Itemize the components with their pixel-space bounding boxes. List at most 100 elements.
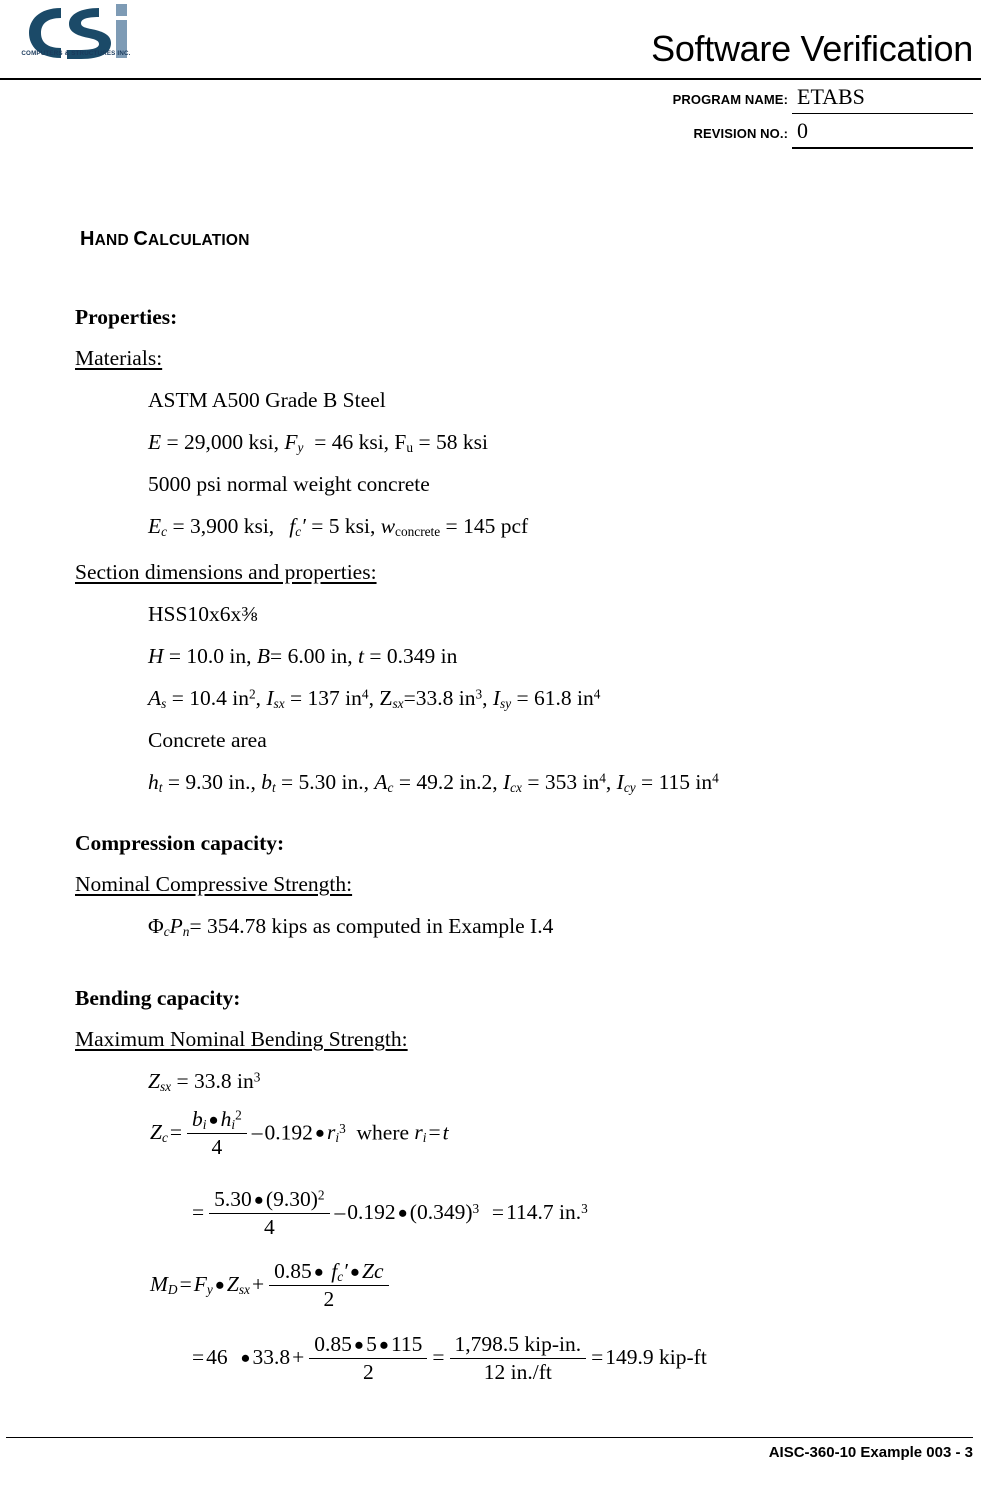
eq-md-denominator: 2 [323, 1287, 335, 1312]
program-name-underline [792, 113, 973, 114]
eq-md-eval-result: 149.9 kip-ft [605, 1345, 707, 1370]
symbol-Isx: Isx [266, 686, 285, 711]
header-divider [0, 78, 981, 80]
eq-md-eval-num2: 1,798.5 kip-in. [449, 1332, 587, 1359]
eq-zc-eval-unit: in. [559, 1200, 582, 1225]
eq-zc-eval-denominator: 4 [263, 1214, 275, 1239]
unit-ksi-Fy: ksi [358, 430, 384, 454]
symbol-phi-c: Φc [148, 914, 170, 939]
symbol-Icx: Icx [502, 770, 522, 795]
value-Ec: 3,900 [189, 514, 239, 538]
value-w-concrete: 145 [463, 514, 496, 538]
material-line-concrete-moduli: Ec = 3,900 ksi, fc′ = 5 ksi, wconcrete =… [148, 514, 529, 539]
value-Ac: 49.2 [416, 770, 454, 794]
value-As: 10.4 [189, 686, 227, 710]
symbol-Pn: Pn [169, 914, 190, 939]
symbol-ht: ht [148, 770, 163, 795]
eq-zc-lhs: Zc [150, 1120, 168, 1146]
eq-md-Zc: Zc [362, 1258, 384, 1283]
equation-md-definition: MD=Fy ●Zsx+ 0.85 ● fc′ ●Zc 2 [150, 1258, 392, 1313]
symbol-Ec: Ec [148, 514, 168, 539]
eq-md-eval-den1: 2 [362, 1359, 374, 1384]
section-line-concrete-area-label: Concrete area [148, 728, 267, 752]
heading-cap-h: H [80, 228, 95, 250]
page-header: COMPUTERS & STRUCTURES INC. Software Ver… [0, 0, 981, 150]
revision-no-label: REVISION NO.: [693, 126, 788, 141]
value-example-ref: I.4 [530, 914, 554, 938]
symbol-E: E [148, 430, 162, 454]
material-line-steel-moduli: E = 29,000 ksi, Fy = 46 ksi, Fu = 58 ksi [148, 430, 488, 455]
revision-no-value: 0 [797, 118, 808, 143]
subscript-concrete: concrete [395, 523, 441, 539]
eq-zc-eval-unit-exp: 3 [581, 1200, 588, 1216]
eq-zc-rdef-lhs: ri [414, 1120, 427, 1146]
eq-zc-eval-b-exp: 2 [317, 1187, 325, 1203]
eq-zc-eval-a: 5.30 [214, 1186, 252, 1211]
section-line-hss-label: HSS10x6x⅜ [148, 602, 258, 626]
materials-heading: Materials: [75, 346, 163, 370]
value-Fy: 46 [331, 430, 354, 454]
eq-md-eval-Fy: 46 [206, 1345, 228, 1370]
eq-md-eval-Zc: 115 [390, 1331, 423, 1356]
max-nominal-bending-strength-heading: Maximum Nominal Bending Strength: [75, 1027, 408, 1051]
eq-md-eval-coef: 0.85 [314, 1331, 352, 1356]
program-name-value: ETABS [797, 84, 865, 109]
unit-ksi-Fu: ksi [462, 430, 488, 454]
symbol-Isy: Isy [492, 686, 512, 711]
symbol-Fy: Fy [284, 430, 304, 455]
eq-md-eval-num1: 0.85 ●5 ●115 [309, 1331, 428, 1359]
exp-4-Icx: 4 [599, 770, 606, 786]
symbol-Ac: Ac [374, 770, 394, 795]
program-name-label: PROGRAM NAME: [672, 92, 788, 107]
section-heading-hand-calculation: HAND CALCULATION [80, 228, 250, 251]
properties-heading: Properties: [75, 305, 178, 329]
equation-md-evaluation: =46 ●33.8+ 0.85 ●5 ●115 2 = 1,798.5 kip-in. 12 … [192, 1331, 707, 1384]
eq-md-eval-fraction2: 1,798.5 kip-in. 12 in./ft [449, 1332, 587, 1384]
eq-md-coef: 0.85 [274, 1258, 312, 1283]
value-Icx: 353 [544, 770, 578, 794]
value-E: 29,000 [184, 430, 244, 454]
eq-zc-fraction: bi ●hi2 4 [187, 1107, 247, 1160]
eq-md-lhs: MD [150, 1272, 178, 1298]
symbol-Zsx-eq: Zsx [148, 1069, 172, 1094]
revision-no-underline [792, 147, 973, 149]
section-dimensions-heading: Section dimensions and properties: [75, 560, 377, 584]
unit-in-t: in [440, 644, 458, 668]
symbol-H: H [148, 644, 164, 668]
unit-ksi-E: ksi [248, 430, 274, 454]
material-line-steel-grade: ASTM A500 Grade B Steel [148, 388, 386, 412]
eq-zc-rdef-rhs: t [442, 1120, 449, 1145]
logo-caption: COMPUTERS & STRUCTURES INC. [21, 50, 131, 57]
symbol-Zsx: Zsx [379, 686, 404, 711]
footer-reference: AISC-360-10 Example 003 - 3 [768, 1444, 973, 1461]
symbol-bt: bt [261, 770, 276, 795]
symbol-t: t [358, 644, 365, 668]
unit-pcf: pcf [500, 514, 529, 538]
zsx-line: Zsx = 33.8 in3 [148, 1069, 261, 1094]
section-line-hss-dims: H = 10.0 in, B= 6.00 in, t = 0.349 in [148, 644, 458, 668]
unit-in-B: in [330, 644, 348, 668]
exp-4-Icy: 4 [712, 770, 719, 786]
subscript-u: u [406, 439, 414, 455]
value-Icy: 115 [658, 770, 691, 794]
bending-capacity-heading: Bending capacity: [75, 986, 241, 1010]
eq-zc-eval-b: (9.30) [265, 1186, 318, 1211]
eq-zc-eval-numerator: 5.30 ●(9.30)2 [209, 1186, 330, 1214]
value-H: 10.0 [186, 644, 225, 668]
value-Zsx-eq: 33.8 [193, 1069, 232, 1093]
value-Zsx: 33.8 [415, 686, 454, 710]
heading-cap-c: C [133, 228, 148, 250]
eq-zc-eval-paren: (0.349) [409, 1200, 473, 1225]
value-Fu: 58 [435, 430, 458, 454]
value-Isx: 137 [307, 686, 340, 710]
value-Isy: 61.8 [534, 686, 572, 710]
value-bt: 5.30 [298, 770, 337, 794]
symbol-w-concrete: w [380, 514, 396, 538]
eq-zc-numerator: bi ●hi2 [187, 1107, 247, 1135]
eq-zc-h-exp: 2 [235, 1107, 242, 1123]
eq-zc-r: ri [327, 1120, 340, 1146]
equation-zc-definition: Zc= bi ●hi2 4 –0.192 ●ri3 where ri=t [150, 1106, 449, 1160]
page-title: Software Verification [651, 28, 973, 69]
eq-zc-r-exp: 3 [339, 1121, 346, 1137]
page-footer: AISC-360-10 Example 003 - 3 [0, 1437, 981, 1487]
